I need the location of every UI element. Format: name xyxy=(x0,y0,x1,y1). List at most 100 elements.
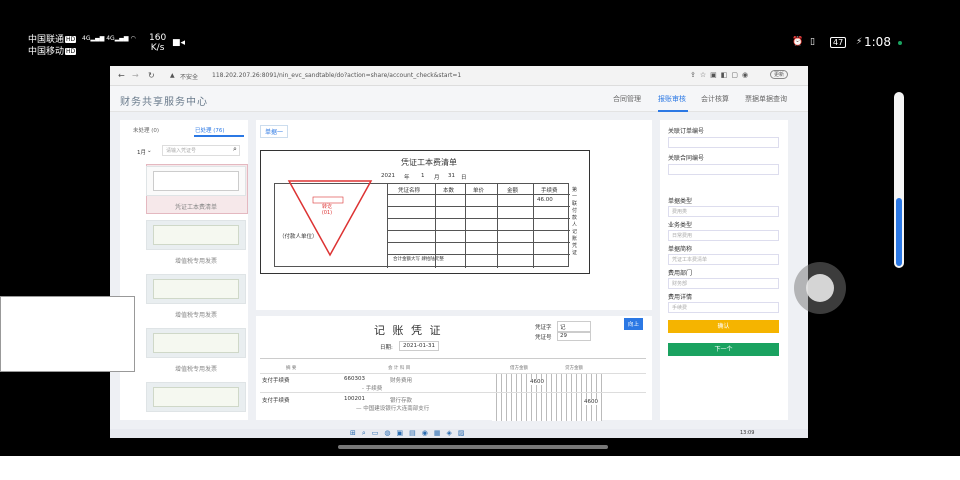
list-item-label: 增值税专用发票 xyxy=(174,366,217,373)
doc-month-unit: 月 xyxy=(434,175,440,181)
camera-icon: ■◂ xyxy=(172,38,186,48)
amount-grid xyxy=(492,373,602,421)
nav-audit[interactable]: 报账审核 xyxy=(658,94,686,104)
app-title: 财务共享服务中心 xyxy=(120,97,208,108)
field-label: 单据简称 xyxy=(668,246,693,253)
no-field[interactable]: 29 xyxy=(557,331,591,341)
header-summary: 摘 要 xyxy=(286,366,297,371)
list-thumbnail[interactable] xyxy=(146,220,246,250)
bank-stamp xyxy=(287,180,373,257)
reload-icon[interactable]: ↻ xyxy=(148,71,155,80)
tab-pending[interactable]: 未处理 (0) xyxy=(133,126,159,134)
go-up-button[interactable]: 向上 xyxy=(624,318,644,330)
nav-contract[interactable]: 合同管理 xyxy=(613,94,641,104)
header-account: 会 计 科 目 xyxy=(388,366,411,371)
voucher-panel: 记 账 凭 证 日期: 2021-01-31 凭证字 记 凭证号 29 向上 摘… xyxy=(256,316,652,421)
list-item-label: 增值税专用发票 xyxy=(174,312,217,319)
fee-value: 46.00 xyxy=(537,197,553,203)
date-field[interactable]: 2021-01-31 xyxy=(399,341,439,351)
doc-type-select[interactable]: 费用类 xyxy=(668,206,779,217)
header-credit: 贷方金额 xyxy=(565,366,583,371)
doc-day: 31 xyxy=(448,173,455,179)
signal-icon: 4G▂▄▆ 4G▂▄▆ ◠ xyxy=(82,35,136,42)
voucher-table: 摘 要 会 计 科 目 借方金额 贷方金额 支付手续费 660303 财务费用 … xyxy=(260,358,646,421)
list-thumbnail[interactable] xyxy=(146,382,246,412)
department-select[interactable]: 财务部 xyxy=(668,278,779,289)
row-debit[interactable]: 4600 xyxy=(530,379,544,385)
search-icon[interactable]: ⌕ xyxy=(233,145,237,154)
tab-document-1[interactable]: 单据一 xyxy=(260,125,289,138)
row-account-code[interactable]: 660303 xyxy=(344,376,365,382)
next-button[interactable]: 下一个 xyxy=(668,343,779,356)
alarm-icon: ⏰ xyxy=(792,37,804,47)
tab-done[interactable]: 已处理 (76) xyxy=(195,126,225,134)
row-credit[interactable]: 4600 xyxy=(584,399,598,405)
row-summary[interactable]: 支付手续费 xyxy=(262,396,290,404)
type-label: 凭证字 xyxy=(535,325,552,331)
charging-icon: ⚡ xyxy=(856,37,863,47)
field-label: 费用详情 xyxy=(668,294,693,301)
back-icon[interactable]: ← xyxy=(118,71,125,80)
row-account-code[interactable]: 100201 xyxy=(344,396,365,402)
list-thumbnail[interactable] xyxy=(146,274,246,304)
field-label: 单据类型 xyxy=(668,198,693,205)
forward-icon[interactable]: → xyxy=(132,71,139,80)
list-item-label: 增值税专用发票 xyxy=(174,258,217,265)
battery-icon: 47 xyxy=(830,37,847,48)
floating-window[interactable] xyxy=(0,296,135,372)
taskbar-icons[interactable]: ⊞⌕▭◍▣▤◉▦◈▨ xyxy=(350,429,470,438)
chevron-down-icon: ⌄ xyxy=(147,148,152,154)
field-label: 关联合同编号 xyxy=(668,155,705,162)
contract-number-field[interactable] xyxy=(668,164,779,175)
order-number-field[interactable] xyxy=(668,137,779,148)
vibrate-icon: ▯ xyxy=(810,37,815,47)
search-input[interactable]: 请输入凭证号 xyxy=(162,145,240,156)
field-label: 费用部门 xyxy=(668,270,693,277)
month-select[interactable]: 1月 xyxy=(137,148,146,156)
nav-accounting[interactable]: 会计核算 xyxy=(701,94,729,104)
network-speed: 160 K/s xyxy=(149,33,167,53)
app-header: 财务共享服务中心 合同管理 报账审核 会计核算 票据单据查询 xyxy=(110,86,808,112)
security-label: 不安全 xyxy=(180,74,199,81)
url-bar[interactable]: 118.202.207.26:8091/nin_evc_sandtable/do… xyxy=(212,72,461,79)
list-thumbnail[interactable] xyxy=(146,328,246,358)
expense-detail-select[interactable]: 手续费 xyxy=(668,302,779,313)
field-label: 关联订单编号 xyxy=(668,128,705,135)
warning-icon: ▲ xyxy=(170,72,175,79)
col-header: 单价 xyxy=(473,188,485,194)
list-thumbnail xyxy=(146,166,246,196)
stamp-text: 转讫 (01) xyxy=(321,204,333,216)
business-type-select[interactable]: 日常费用 xyxy=(668,230,779,241)
voucher-title: 记 账 凭 证 xyxy=(374,324,443,337)
row-summary[interactable]: 支付手续费 xyxy=(262,376,290,384)
row-account-name: 银行存款 xyxy=(390,398,413,404)
nav-active-indicator xyxy=(658,110,688,112)
document-image: 凭证工本费清单 2021 年 1 月 31 日 凭证名称 本数 单价 金额 手续… xyxy=(260,150,590,274)
assistive-touch-button[interactable] xyxy=(794,262,846,314)
confirm-button[interactable]: 确认 xyxy=(668,320,779,333)
dot-icon xyxy=(898,41,902,45)
doc-title: 凭证工本费清单 xyxy=(401,158,457,167)
total-amount: 合计金额大写 肆拾陆元整 xyxy=(393,257,444,262)
row-account-sub: - 手续费 xyxy=(362,386,383,392)
col-header: 金额 xyxy=(507,188,519,194)
scroll-thumb[interactable] xyxy=(896,198,902,266)
browser-icons[interactable]: ⇪☆▣◧▢◉ xyxy=(690,71,752,79)
doc-day-unit: 日 xyxy=(461,175,467,181)
home-indicator[interactable] xyxy=(338,445,608,449)
bottom-bar xyxy=(0,456,960,480)
tab-active-indicator xyxy=(194,135,244,137)
nav-invoice-query[interactable]: 票据单据查询 xyxy=(745,94,787,104)
clock: 1:08 xyxy=(864,35,891,49)
desktop-screen: ← → ↻ ▲ 不安全 118.202.207.26:8091/nin_evc_… xyxy=(110,66,808,438)
date-label: 日期: xyxy=(380,345,393,351)
doc-month: 1 xyxy=(421,173,425,179)
row-account-name: 财务费用 xyxy=(390,378,413,384)
col-header: 本数 xyxy=(443,188,455,194)
voucher-list-panel: 未处理 (0) 已处理 (76) 1月 ⌄ 请输入凭证号 ⌕ 凭证工本费清单 增… xyxy=(120,120,248,420)
update-button[interactable]: 更新 xyxy=(770,70,789,79)
no-label: 凭证号 xyxy=(535,335,552,341)
doc-short-name-select[interactable]: 凭证工本费清单 xyxy=(668,254,779,265)
scroll-track[interactable] xyxy=(894,92,904,268)
col-header: 手续费 xyxy=(541,188,558,194)
